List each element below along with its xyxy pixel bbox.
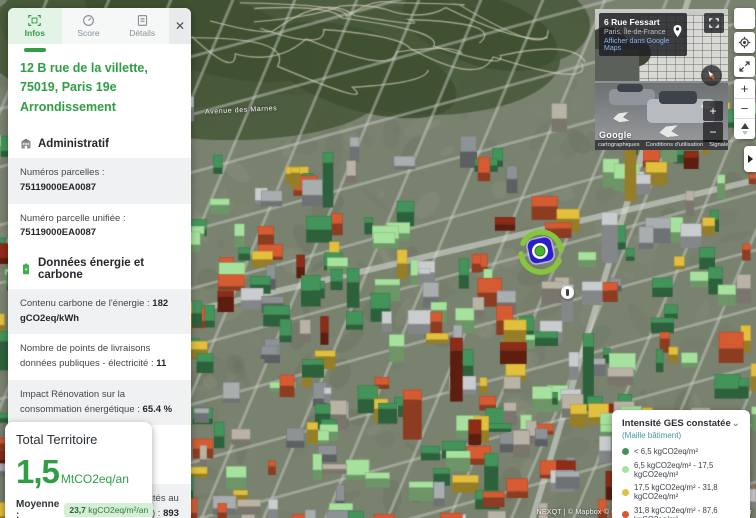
- zoom-out-button[interactable]: −: [734, 99, 755, 119]
- tab-details[interactable]: Détails: [115, 8, 169, 44]
- legend-panel: Intensité GES constatée ⌄ (Maille bâtime…: [612, 410, 750, 518]
- legend-item: < 6,5 kgCO2eq/m²: [622, 447, 740, 456]
- legend-dot: [622, 489, 629, 496]
- map-tool-button[interactable]: [734, 8, 755, 29]
- street-view-address-card: 6 Rue Fessart Paris, Île-de-France Affic…: [599, 13, 687, 56]
- section-energie-carbone: Données énergie et carbone: [8, 249, 191, 289]
- legend-dot: [622, 511, 629, 518]
- street-view-zoom-out-button[interactable]: −: [703, 122, 723, 142]
- section-title: Données énergie et carbone: [38, 257, 179, 281]
- google-logo: Google: [599, 130, 632, 140]
- gauge-icon: [82, 14, 95, 27]
- total-unit: MtCO2eq/an: [61, 472, 129, 486]
- building-scan-icon: [28, 14, 41, 27]
- terms-link[interactable]: Conditions d'utilisation: [646, 142, 704, 148]
- average-label: Moyenne :: [16, 499, 59, 518]
- panel-tabbar: Infos Score Détails ✕: [8, 8, 191, 44]
- battery-energy-icon: [20, 263, 32, 275]
- fullscreen-map-button[interactable]: [734, 56, 755, 77]
- legend-item: 31,8 kgCO2eq/m² - 87,6 kgCO2eq/m²: [622, 506, 740, 518]
- address-title: 12 B rue de la villette, 75019, Paris 19…: [8, 44, 191, 130]
- street-view-zoom-controls: + −: [703, 101, 723, 142]
- app-window: Avenue des Marnes Infos Sco: [0, 0, 756, 518]
- legend-dot: [622, 466, 629, 473]
- street-view-fullscreen-button[interactable]: [704, 13, 724, 33]
- section-administratif: Administratif: [8, 130, 191, 158]
- info-row: Contenu carbone de l'énergie : 182 gCO2e…: [8, 289, 191, 334]
- map-zoom-controls: + −: [734, 79, 755, 139]
- street-view-zoom-in-button[interactable]: +: [703, 101, 723, 121]
- legend-title: Intensité GES constatée: [622, 418, 731, 429]
- map-pin-icon: [673, 25, 682, 37]
- info-row: Numéro parcelle unifiée : 75119000EA0087: [8, 204, 191, 249]
- total-value: 1,5: [16, 455, 59, 488]
- average-badge: 23,7 kgCO2eq/m²/an: [64, 503, 153, 517]
- zoom-in-button[interactable]: +: [734, 79, 755, 99]
- tilt-icon: [741, 123, 749, 135]
- building-icon: [20, 138, 32, 150]
- info-row: Nombre de points de livraisons données p…: [8, 334, 191, 379]
- fullscreen-icon: [709, 18, 719, 28]
- pegman-icon[interactable]: [561, 286, 574, 299]
- tilt-compass-button[interactable]: [734, 119, 755, 139]
- tab-label: Infos: [25, 28, 45, 38]
- tab-score[interactable]: Score: [62, 8, 116, 44]
- report-problem-link[interactable]: Signaler un problème: [709, 142, 728, 148]
- tab-infos[interactable]: Infos: [8, 8, 62, 44]
- close-panel-button[interactable]: ✕: [169, 8, 191, 44]
- info-row: Numéros parcelles : 75119000EA0087: [8, 158, 191, 203]
- expand-arrows-icon: [738, 60, 751, 73]
- selected-building-marker[interactable]: [514, 225, 568, 284]
- chevron-down-icon[interactable]: ⌄: [732, 421, 740, 427]
- tab-label: Score: [77, 28, 99, 38]
- legend-item: 17,5 kgCO2eq/m² - 31,8 kgCO2eq/m²: [622, 483, 740, 501]
- street-view-address: 6 Rue Fessart: [604, 17, 682, 27]
- street-view-region: Paris, Île-de-France: [604, 29, 682, 36]
- open-google-maps-link[interactable]: Afficher dans Google Maps: [604, 38, 682, 52]
- close-icon: ✕: [175, 19, 185, 33]
- total-title: Total Territoire: [16, 432, 141, 447]
- note-icon: [136, 14, 149, 27]
- tab-label: Détails: [129, 28, 155, 38]
- target-icon: [738, 36, 751, 49]
- legend-item: 6,5 kgCO2eq/m² - 17,5 kgCO2eq/m²: [622, 461, 740, 479]
- legend-subtitle: (Maille bâtiment): [622, 431, 740, 440]
- total-territoire-card: Total Territoire 1,5 MtCO2eq/an Moyenne …: [5, 422, 152, 518]
- geolocate-button[interactable]: [734, 32, 755, 53]
- street-view-compass[interactable]: [701, 65, 722, 86]
- info-row: Impact Rénovation sur la consommation én…: [8, 380, 191, 425]
- street-view-attribution: cartographiques Conditions d'utilisation…: [595, 140, 728, 150]
- marker-icon: [514, 225, 568, 279]
- compass-needle-icon: [702, 66, 720, 84]
- panel-expand-tab[interactable]: [744, 146, 756, 172]
- street-view-inset[interactable]: 6 Rue Fessart Paris, Île-de-France Affic…: [595, 9, 728, 150]
- section-title: Administratif: [38, 138, 109, 150]
- chevron-right-icon: [748, 155, 753, 163]
- legend-dot: [622, 448, 629, 455]
